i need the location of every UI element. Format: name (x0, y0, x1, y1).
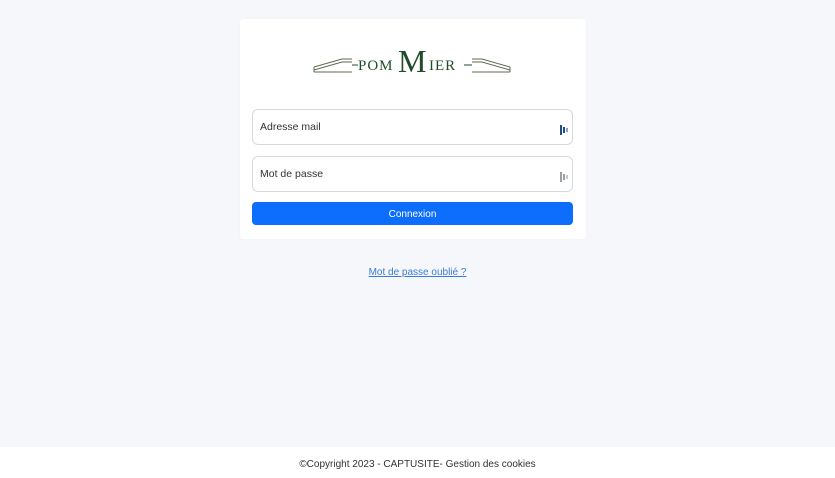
password-manager-icon[interactable] (560, 122, 568, 135)
forgot-password-link[interactable]: Mot de passe oublié ? (369, 267, 467, 278)
login-button[interactable]: Connexion (252, 202, 573, 225)
cookies-link[interactable]: Gestion des cookies (446, 459, 536, 470)
email-input[interactable] (253, 110, 543, 144)
footer: ©Copyright 2023 - CAPTUSITE- Gestion des… (0, 447, 835, 478)
svg-text:IER: IER (429, 58, 456, 74)
email-field[interactable] (252, 109, 573, 145)
copyright-text: ©Copyright 2023 - CAPTUSITE (299, 459, 440, 470)
password-input[interactable] (253, 157, 543, 191)
password-field[interactable] (252, 156, 573, 192)
svg-text:M: M (398, 43, 426, 77)
login-card: POM M IER Connexion (240, 19, 586, 239)
svg-text:POM: POM (358, 58, 394, 74)
pommier-logo: POM M IER (312, 39, 512, 77)
forgot-password-container: Mot de passe oublié ? (0, 267, 835, 278)
password-manager-icon[interactable] (560, 169, 568, 182)
